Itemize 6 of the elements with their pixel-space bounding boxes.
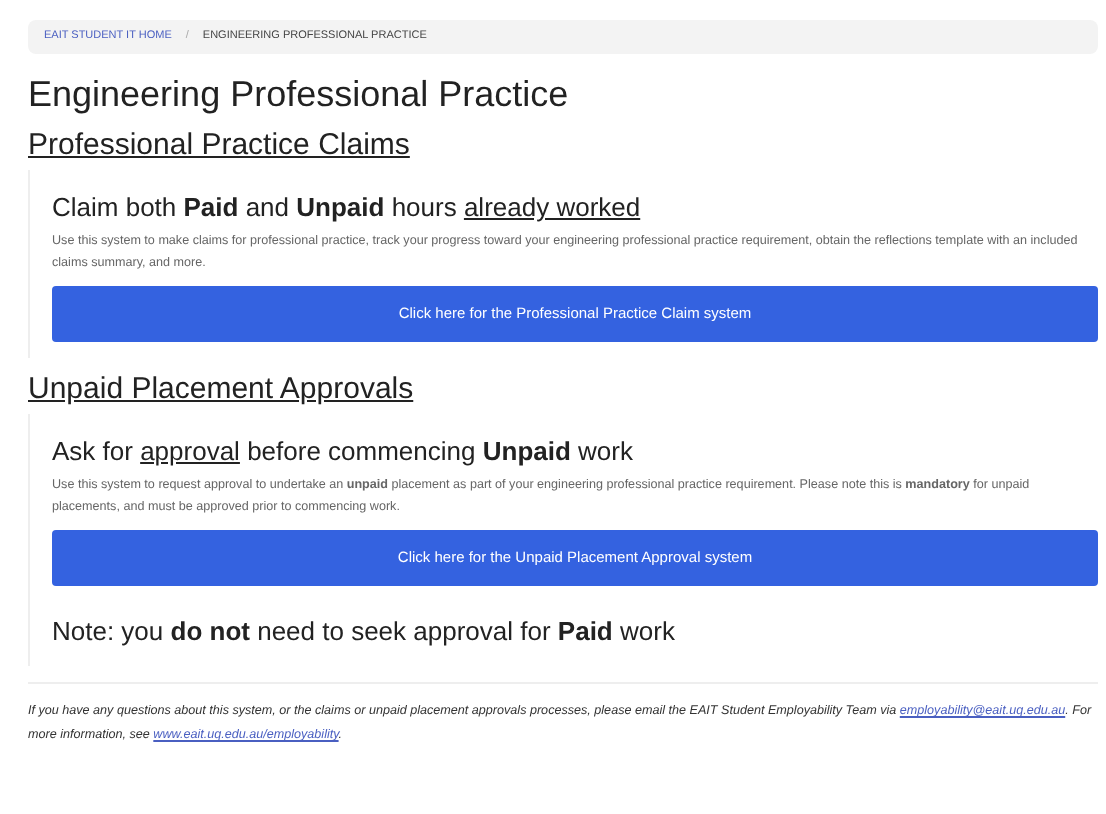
section-heading: Unpaid Placement Approvals [28, 370, 416, 410]
subheading: Ask for approval before commencing Unpaid work [52, 434, 635, 470]
note: Note: you do not need to seek approval for Paid work [52, 614, 677, 650]
subheading: Claim both Paid and Unpaid hours already worked [52, 190, 643, 226]
page-title: Engineering Professional Practice [28, 72, 571, 118]
section-heading: Professional Practice Claims [28, 126, 412, 166]
